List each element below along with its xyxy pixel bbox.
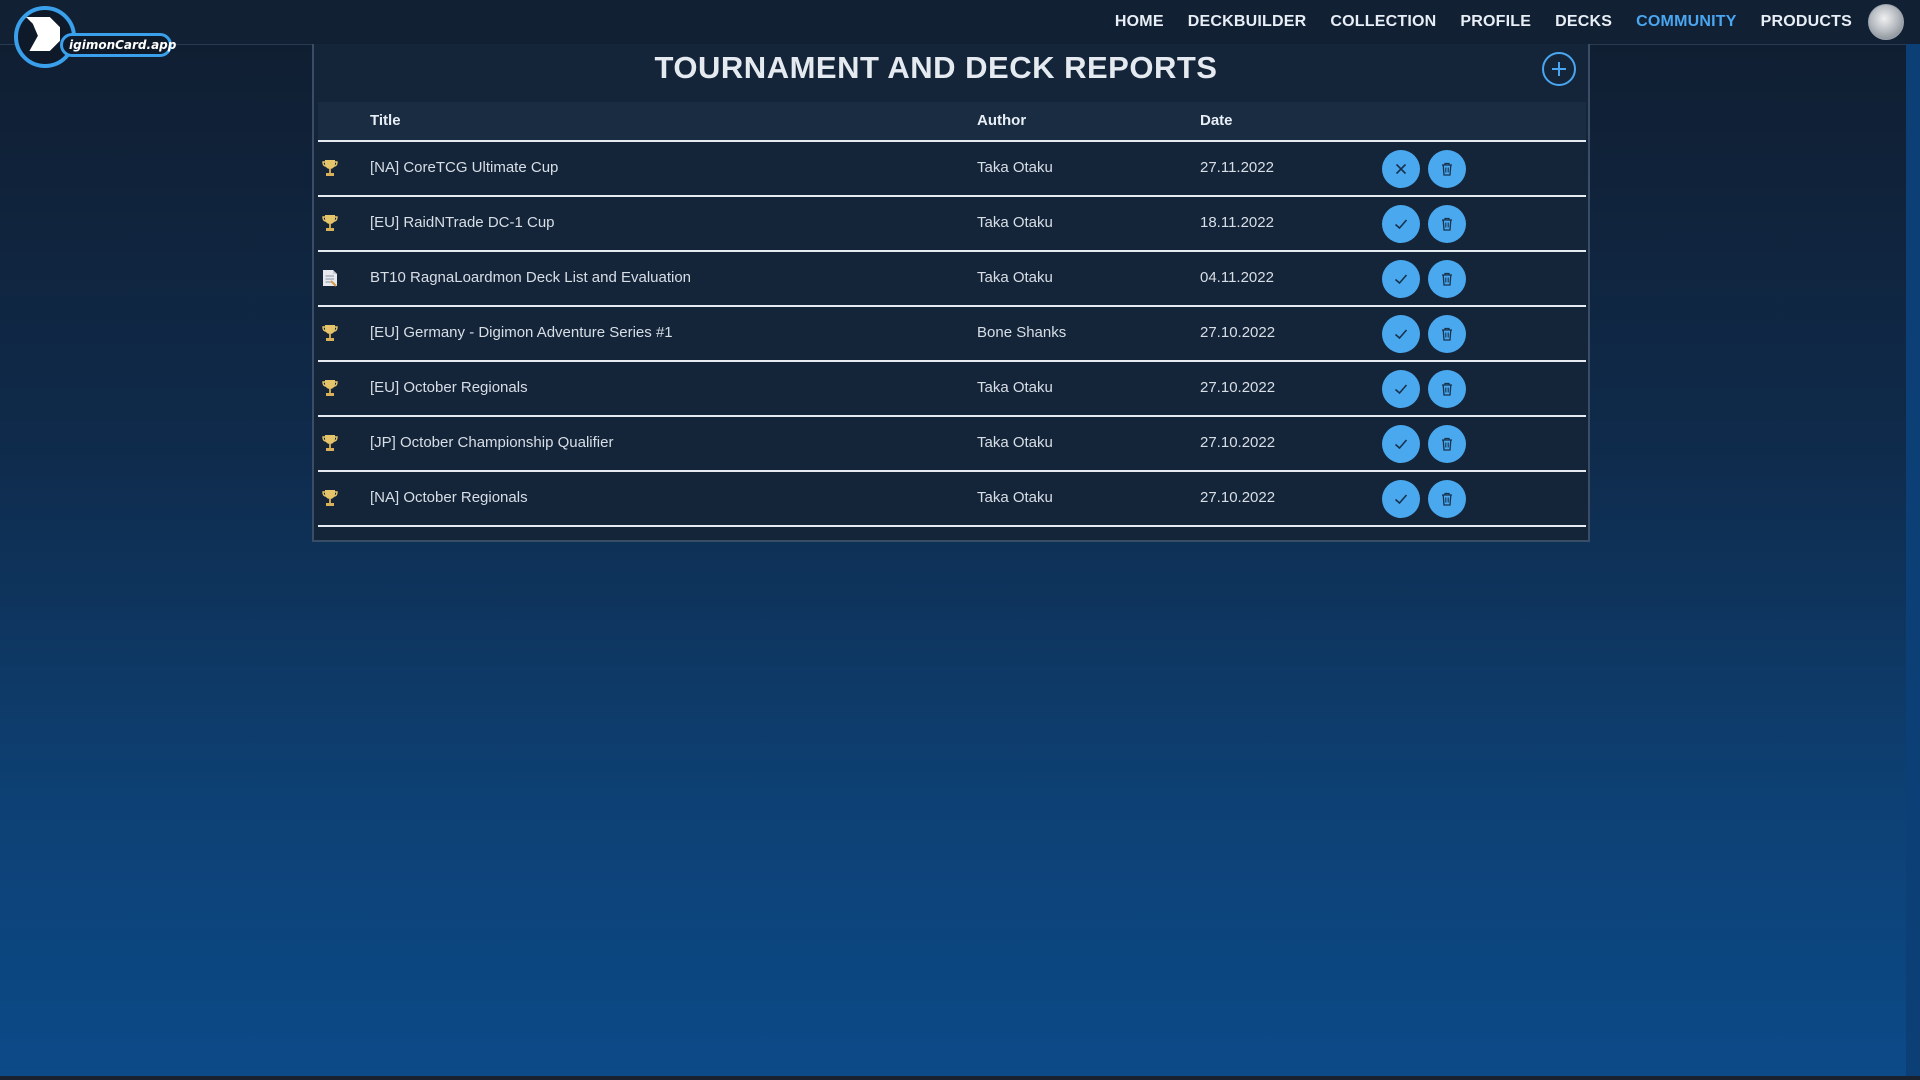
report-title[interactable]: [NA] CoreTCG Ultimate Cup [370,159,558,176]
report-author: Bone Shanks [977,324,1067,341]
trash-icon [1439,381,1455,397]
add-report-button[interactable] [1542,52,1576,86]
page-title: TOURNAMENT AND DECK REPORTS [654,50,1218,85]
approve-button[interactable] [1382,370,1420,408]
main-nav: HOME DECKBUILDER COLLECTION PROFILE DECK… [1115,0,1852,44]
report-date: 27.11.2022 [1200,159,1274,176]
report-title[interactable]: [JP] October Championship Qualifier [370,434,613,451]
approve-button[interactable] [1382,425,1420,463]
report-author: Taka Otaku [977,379,1053,396]
trophy-icon [320,213,340,233]
table-row[interactable]: [NA] CoreTCG Ultimate Cup Taka Otaku 27.11… [318,142,1586,197]
check-icon [1393,271,1409,287]
delete-button[interactable] [1428,205,1466,243]
delete-button[interactable] [1428,425,1466,463]
approve-button[interactable] [1382,315,1420,353]
trophy-icon [320,378,340,398]
logo-text: igimonCard.app [60,33,176,57]
report-author: Taka Otaku [977,269,1053,286]
table-header: Title Author Date [318,102,1586,142]
table-row[interactable]: [EU] October Regionals Taka Otaku 27.10.20… [318,362,1586,417]
trash-icon [1439,491,1455,507]
bottom-strip [0,1076,1920,1080]
delete-button[interactable] [1428,150,1466,188]
report-author: Taka Otaku [977,434,1053,451]
nav-community[interactable]: COMMUNITY [1636,13,1736,31]
check-icon [1393,326,1409,342]
plus-icon [1552,62,1566,76]
trash-icon [1439,326,1455,342]
check-icon [1393,491,1409,507]
table-row[interactable]: BT10 RagnaLoardmon Deck List and Evaluat… [318,252,1586,307]
nav-deckbuilder[interactable]: DECKBUILDER [1188,13,1307,31]
x-icon [1393,161,1409,177]
report-date: 27.10.2022 [1200,434,1276,451]
report-date: 27.10.2022 [1200,379,1276,396]
check-icon [1393,381,1409,397]
document-icon [320,268,340,288]
column-title-header: Title [370,112,401,129]
reports-panel: TOURNAMENT AND DECK REPORTS Title Author… [312,44,1590,542]
report-title[interactable]: [NA] October Regionals [370,489,528,506]
column-author-header: Author [977,112,1027,129]
trash-icon [1439,436,1455,452]
delete-button[interactable] [1428,315,1466,353]
report-date: 27.10.2022 [1200,489,1276,506]
nav-products[interactable]: PRODUCTS [1761,13,1852,31]
check-icon [1393,436,1409,452]
trophy-icon [320,323,340,343]
table-row[interactable]: [JP] October Championship Qualifier Taka … [318,417,1586,472]
report-author: Taka Otaku [977,214,1053,231]
approve-button[interactable] [1382,205,1420,243]
report-date: 27.10.2022 [1200,324,1276,341]
nav-profile[interactable]: PROFILE [1460,13,1531,31]
app-logo[interactable]: igimonCard.app [14,6,176,72]
delete-button[interactable] [1428,260,1466,298]
report-title[interactable]: [EU] Germany - Digimon Adventure Series … [370,324,673,341]
trash-icon [1439,271,1455,287]
trash-icon [1439,161,1455,177]
report-title[interactable]: [EU] October Regionals [370,379,528,396]
approve-button[interactable] [1382,260,1420,298]
report-author: Taka Otaku [977,159,1053,176]
user-avatar[interactable] [1868,4,1904,40]
report-title[interactable]: [EU] RaidNTrade DC-1 Cup [370,214,555,231]
approve-button[interactable] [1382,480,1420,518]
table-row[interactable]: [EU] RaidNTrade DC-1 Cup Taka Otaku 18.11.… [318,197,1586,252]
reports-table: Title Author Date [NA] CoreTCG Ultimate … [318,102,1586,527]
trophy-icon [320,158,340,178]
trophy-icon [320,433,340,453]
column-date-header: Date [1200,112,1233,129]
table-row[interactable]: [NA] October Regionals Taka Otaku 27.10.20… [318,472,1586,527]
report-date: 18.11.2022 [1200,214,1274,231]
report-author: Taka Otaku [977,489,1053,506]
report-date: 04.11.2022 [1200,269,1274,286]
check-icon [1393,216,1409,232]
trophy-icon [320,488,340,508]
nav-collection[interactable]: COLLECTION [1330,13,1436,31]
top-navbar: igimonCard.app HOME DECKBUILDER COLLECTI… [0,0,1920,68]
nav-decks[interactable]: DECKS [1555,13,1612,31]
delete-button[interactable] [1428,370,1466,408]
table-row[interactable]: [EU] Germany - Digimon Adventure Series … [318,307,1586,362]
table-body: [NA] CoreTCG Ultimate Cup Taka Otaku 27.11… [318,142,1586,527]
page-scrollbar[interactable] [1906,44,1920,1076]
delete-button[interactable] [1428,480,1466,518]
trash-icon [1439,216,1455,232]
report-title[interactable]: BT10 RagnaLoardmon Deck List and Evaluat… [370,269,691,286]
nav-home[interactable]: HOME [1115,13,1164,31]
unapprove-button[interactable] [1382,150,1420,188]
